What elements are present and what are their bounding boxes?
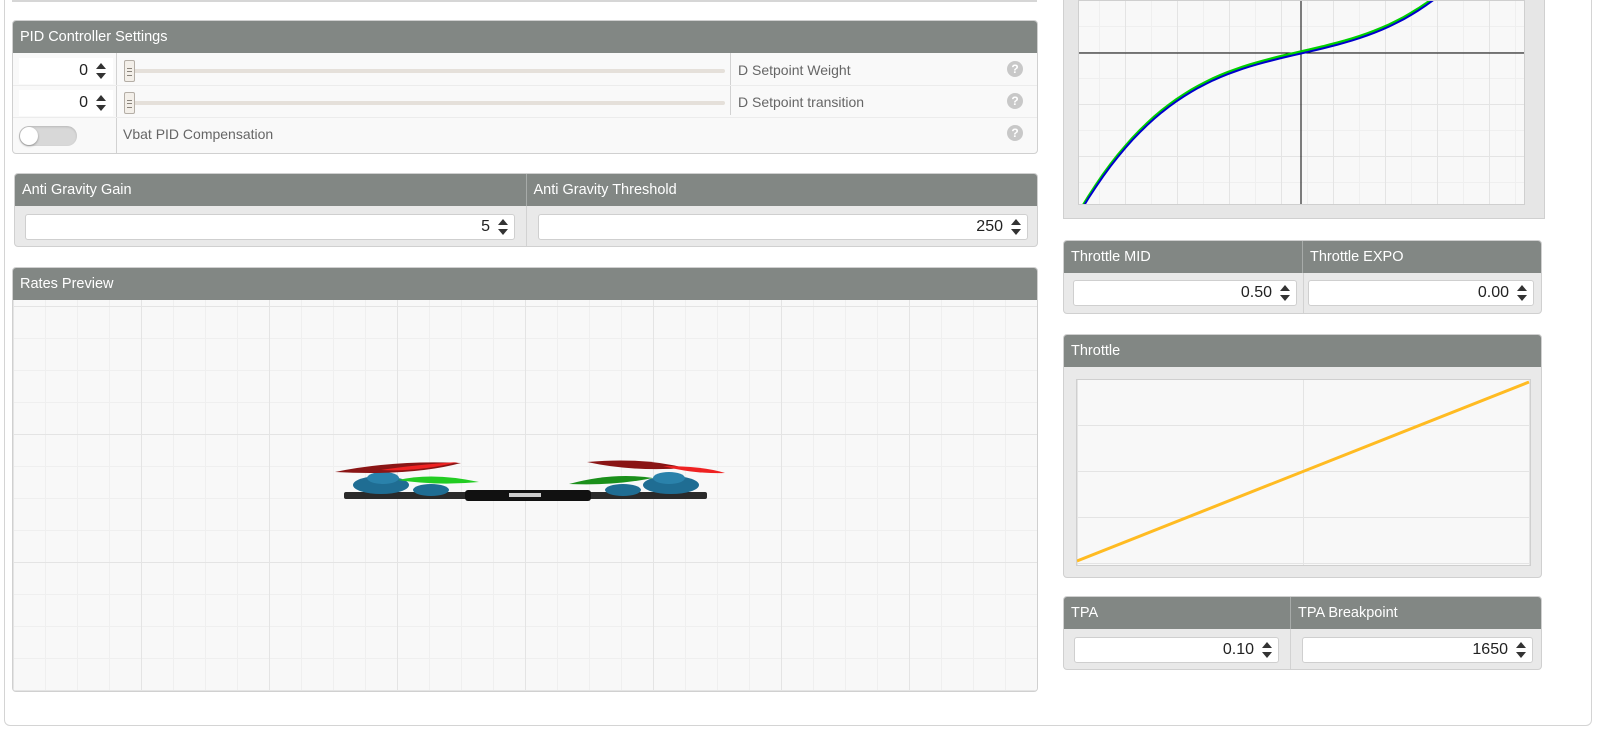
tpa-input[interactable]: 0.10 [1074, 637, 1279, 663]
anti-gravity-header: Anti Gravity Gain Anti Gravity Threshold [15, 174, 1037, 206]
tpa-breakpoint-title: TPA Breakpoint [1290, 597, 1541, 629]
spin-arrows-icon[interactable] [1516, 284, 1528, 302]
column-divider [116, 53, 117, 153]
tpa-breakpoint-input[interactable]: 1650 [1302, 637, 1533, 663]
tpa-breakpoint-value: 1650 [1472, 641, 1508, 658]
spin-arrows-icon[interactable] [1279, 284, 1291, 302]
throttle-curve-title: Throttle [1064, 335, 1541, 367]
pid-controller-settings-box: PID Controller Settings 0 D Setpoint Wei… [12, 20, 1038, 154]
d-setpoint-transition-label: D Setpoint transition [738, 94, 865, 110]
throttle-curve-canvas[interactable] [1076, 379, 1531, 566]
vbat-pid-compensation-toggle[interactable] [19, 126, 77, 146]
rates-curve-box [1063, 0, 1545, 219]
d-setpoint-weight-slider-handle[interactable] [124, 60, 135, 82]
column-divider [526, 206, 527, 246]
anti-gravity-threshold-title: Anti Gravity Threshold [525, 174, 1038, 206]
throttle-expo-value: 0.00 [1477, 284, 1509, 301]
rates-curve-canvas[interactable] [1078, 0, 1525, 205]
spin-arrows-icon[interactable] [1515, 641, 1527, 659]
column-divider [1303, 273, 1304, 313]
d-setpoint-transition-track[interactable] [125, 101, 725, 105]
d-setpoint-weight-label: D Setpoint Weight [738, 62, 851, 78]
throttle-curve-line [1077, 380, 1530, 563]
spin-arrows-icon[interactable] [1010, 218, 1022, 236]
d-setpoint-weight-input[interactable]: 0 [19, 58, 113, 84]
anti-gravity-gain-input[interactable]: 5 [25, 214, 515, 240]
d-setpoint-weight-track[interactable] [125, 69, 725, 73]
d-setpoint-transition-slider-handle[interactable] [124, 92, 135, 114]
throttle-settings-header: Throttle MID Throttle EXPO [1064, 241, 1541, 273]
throttle-expo-input[interactable]: 0.00 [1308, 280, 1534, 306]
motor [605, 484, 641, 496]
motor-bell [367, 472, 399, 484]
spin-arrows-icon[interactable] [497, 218, 509, 236]
quadcopter-model [335, 460, 725, 501]
throttle-mid-value: 0.50 [1240, 284, 1272, 301]
propeller-green [569, 476, 653, 485]
rates-preview-canvas[interactable] [13, 300, 1037, 691]
throttle-settings-box: Throttle MID Throttle EXPO 0.50 0.00 [1063, 240, 1542, 314]
rates-preview-title: Rates Preview [13, 268, 1037, 300]
d-setpoint-transition-value: 0 [79, 94, 88, 111]
anti-gravity-box: Anti Gravity Gain Anti Gravity Threshold… [14, 173, 1038, 247]
spin-arrows-icon[interactable] [95, 62, 107, 80]
tpa-header: TPA TPA Breakpoint [1064, 597, 1541, 629]
pid-settings-title: PID Controller Settings [13, 21, 1037, 53]
help-icon[interactable]: ? [1007, 61, 1023, 77]
anti-gravity-threshold-value: 250 [976, 218, 1003, 235]
propeller-red [663, 466, 725, 474]
rates-preview-box: Rates Preview [12, 267, 1038, 692]
throttle-curve-chart [1077, 380, 1530, 563]
d-setpoint-weight-value: 0 [79, 62, 88, 79]
throttle-expo-title: Throttle EXPO [1302, 241, 1541, 273]
anti-gravity-threshold-input[interactable]: 250 [538, 214, 1028, 240]
throttle-mid-input[interactable]: 0.50 [1073, 280, 1297, 306]
top-divider [12, 0, 1037, 2]
motor [413, 484, 449, 496]
anti-gravity-gain-title: Anti Gravity Gain [22, 182, 132, 198]
column-divider [730, 53, 731, 115]
d-setpoint-transition-input[interactable]: 0 [19, 90, 113, 116]
tpa-title: TPA [1071, 605, 1099, 621]
column-divider [1290, 629, 1291, 669]
help-icon[interactable]: ? [1007, 93, 1023, 109]
tpa-value: 0.10 [1222, 641, 1254, 658]
motor-bell [653, 472, 685, 484]
rates-curve-chart [1079, 1, 1524, 204]
vbat-pid-compensation-label: Vbat PID Compensation [123, 126, 274, 142]
propeller-red [587, 460, 685, 470]
row-divider [13, 117, 1037, 118]
spin-arrows-icon[interactable] [1261, 641, 1273, 659]
propeller-green [398, 476, 479, 484]
throttle-mid-title: Throttle MID [1071, 249, 1151, 265]
toggle-knob [20, 127, 38, 145]
anti-gravity-gain-value: 5 [481, 218, 490, 235]
frame-center-gap [509, 493, 541, 497]
throttle-curve-box: Throttle [1063, 334, 1542, 578]
tpa-box: TPA TPA Breakpoint 0.10 1650 [1063, 596, 1542, 670]
row-divider [13, 85, 1037, 86]
help-icon[interactable]: ? [1007, 125, 1023, 141]
spin-arrows-icon[interactable] [95, 94, 107, 112]
